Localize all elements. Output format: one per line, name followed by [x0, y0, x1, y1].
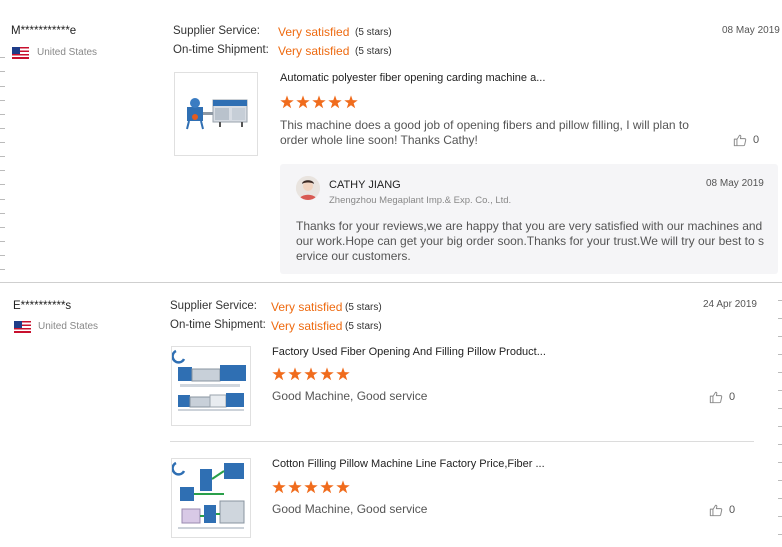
- shipment-rating: Very satisfied: [271, 319, 343, 333]
- product-thumbnail[interactable]: [174, 72, 258, 156]
- product-title[interactable]: Cotton Filling Pillow Machine Line Facto…: [272, 458, 545, 470]
- star-icon: [280, 95, 294, 109]
- star-icon: [272, 367, 286, 381]
- star-icon: [272, 480, 286, 494]
- edge-tick: [0, 241, 5, 242]
- review-comment: Good Machine, Good service: [272, 502, 428, 516]
- edge-tick: [0, 142, 5, 143]
- edge-tick: [0, 114, 5, 115]
- like-button[interactable]: 0: [709, 503, 735, 517]
- star-icon: [320, 367, 334, 381]
- edge-tick: [778, 516, 782, 517]
- edge-tick: [0, 86, 5, 87]
- shipment-label: On-time Shipment:: [170, 319, 266, 331]
- star-icon: [288, 367, 302, 381]
- reply-company: Zhengzhou Megaplant Imp.& Exp. Co., Ltd.: [329, 195, 512, 206]
- edge-tick: [0, 213, 5, 214]
- star-icon: [304, 367, 318, 381]
- edge-tick: [778, 498, 782, 499]
- us-flag-icon: [12, 47, 29, 59]
- product-divider: [170, 441, 754, 442]
- star-icon: [344, 95, 358, 109]
- like-count: 0: [729, 504, 736, 516]
- reviewer-country: United States: [38, 321, 99, 332]
- edge-tick: [778, 426, 782, 427]
- edge-tick: [0, 184, 5, 185]
- supplier-service-rating: Very satisfied: [278, 25, 350, 39]
- edge-tick: [778, 336, 782, 337]
- thumbs-up-icon: [709, 504, 723, 517]
- edge-tick: [0, 255, 5, 256]
- reply-author: CATHY JIANG: [329, 179, 401, 191]
- reply-date: 08 May 2019: [706, 178, 764, 189]
- star-icon: [312, 95, 326, 109]
- supplier-reply: CATHY JIANG Zhengzhou Megaplant Imp.& Ex…: [280, 164, 778, 274]
- edge-tick: [778, 408, 782, 409]
- thumbs-up-icon: [709, 391, 723, 404]
- edge-tick: [778, 444, 782, 445]
- reviewer-name: M***********e: [11, 25, 77, 37]
- edge-tick: [778, 354, 782, 355]
- shipment-stars: (5 stars): [345, 321, 382, 332]
- product-thumbnail[interactable]: [171, 346, 251, 426]
- supplier-service-label: Supplier Service:: [170, 300, 257, 312]
- product-title[interactable]: Factory Used Fiber Opening And Filling P…: [272, 346, 546, 358]
- reviewer-country: United States: [37, 47, 98, 58]
- edge-tick: [778, 300, 782, 301]
- edge-tick: [0, 227, 5, 228]
- shipment-rating: Very satisfied: [278, 44, 350, 58]
- review-date: 08 May 2019: [722, 25, 780, 36]
- star-icon: [336, 480, 350, 494]
- star-icon: [304, 480, 318, 494]
- supplier-service-rating: Very satisfied: [271, 300, 343, 314]
- edge-tick: [0, 71, 5, 72]
- thumbs-up-icon: [733, 134, 747, 147]
- edge-tick: [0, 156, 5, 157]
- like-button[interactable]: 0: [733, 133, 759, 147]
- shipment-label: On-time Shipment:: [173, 44, 269, 56]
- star-icon: [296, 95, 310, 109]
- star-icon: [336, 367, 350, 381]
- edge-tick: [0, 199, 5, 200]
- edge-tick: [778, 390, 782, 391]
- machine-image: [171, 347, 250, 425]
- like-button[interactable]: 0: [709, 390, 735, 404]
- product-rating: [280, 95, 358, 109]
- machine-image: [171, 459, 250, 537]
- like-count: 0: [753, 134, 760, 146]
- edge-tick: [0, 57, 5, 58]
- us-flag-icon: [14, 321, 31, 333]
- shipment-stars: (5 stars): [355, 46, 392, 57]
- product-rating: [272, 367, 350, 381]
- edge-tick: [0, 269, 5, 270]
- product-thumbnail[interactable]: [171, 458, 251, 538]
- reviewer-name: E**********s: [13, 300, 72, 312]
- supplier-service-label: Supplier Service:: [173, 25, 260, 37]
- edge-tick: [0, 128, 5, 129]
- edge-tick: [778, 372, 782, 373]
- star-icon: [288, 480, 302, 494]
- edge-tick: [778, 534, 782, 535]
- supplier-service-stars: (5 stars): [345, 302, 382, 313]
- review-comment: Good Machine, Good service: [272, 389, 428, 403]
- product-title[interactable]: Automatic polyester fiber opening cardin…: [280, 72, 545, 84]
- reply-text: Thanks for your reviews,we are happy tha…: [296, 219, 764, 263]
- star-icon: [320, 480, 334, 494]
- edge-tick: [778, 480, 782, 481]
- machine-image: [175, 73, 257, 155]
- star-icon: [328, 95, 342, 109]
- edge-tick: [0, 170, 5, 171]
- review-date: 24 Apr 2019: [703, 299, 757, 310]
- like-count: 0: [729, 391, 736, 403]
- product-rating: [272, 480, 350, 494]
- review-divider: [0, 282, 782, 283]
- review-comment: This machine does a good job of opening …: [280, 118, 689, 147]
- supplier-service-stars: (5 stars): [355, 27, 392, 38]
- edge-tick: [778, 318, 782, 319]
- avatar: [296, 176, 320, 200]
- edge-tick: [778, 462, 782, 463]
- edge-tick: [0, 100, 5, 101]
